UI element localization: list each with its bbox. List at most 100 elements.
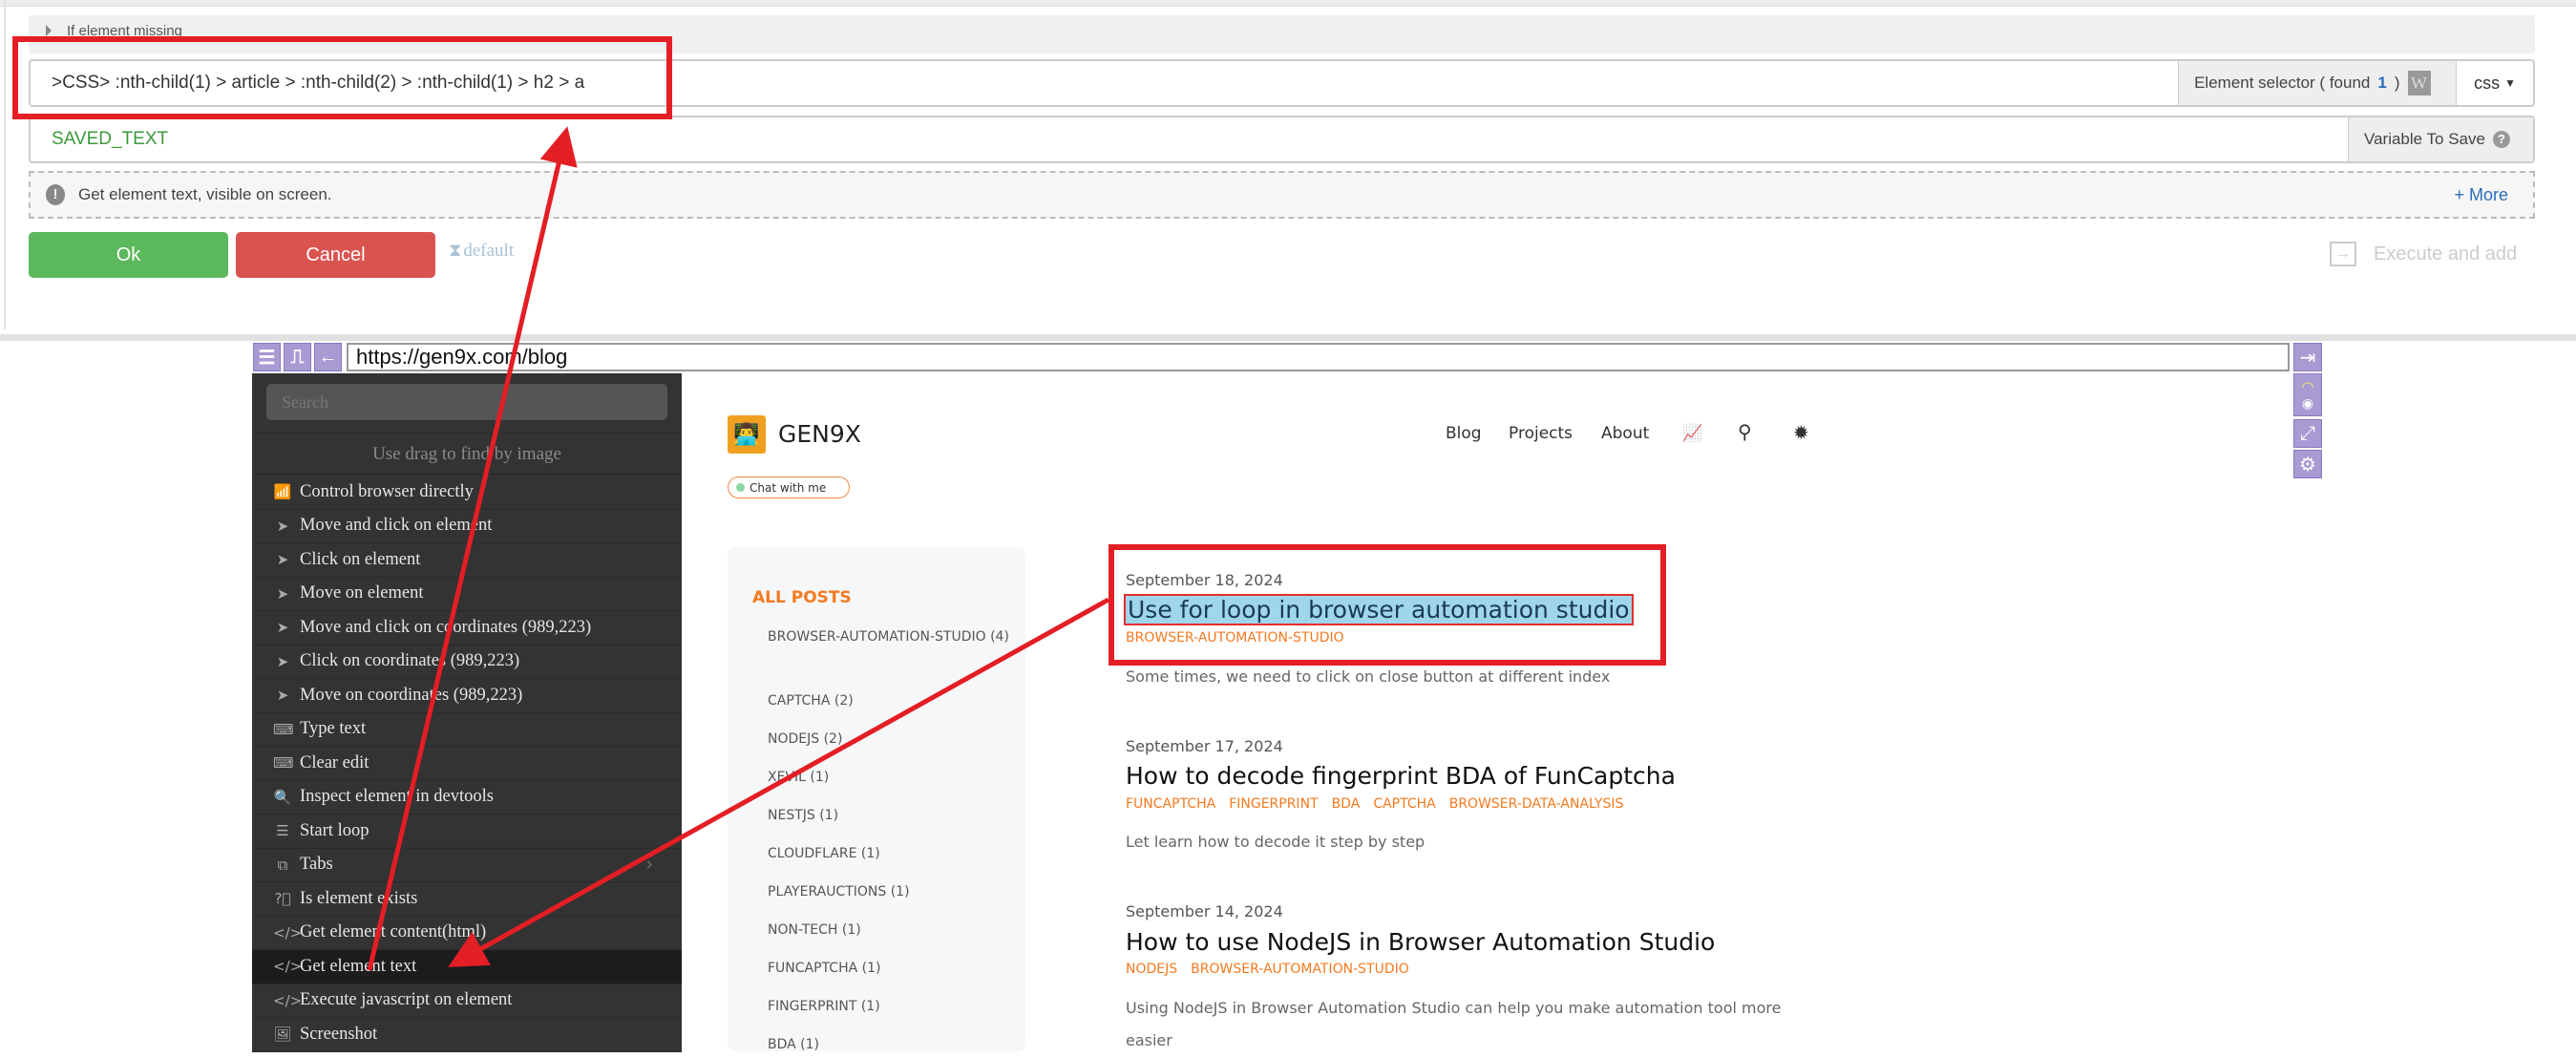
post-title[interactable]: How to use NodeJS in Browser Automation … — [1126, 928, 1715, 956]
cursor-icon: ➤ — [276, 619, 289, 637]
category-item[interactable]: CLOUDFLARE (1) — [752, 841, 1010, 867]
code-icon: </> — [273, 958, 303, 976]
expand-triangle-icon — [46, 25, 52, 36]
panel-left-border — [4, 0, 6, 329]
url-bar[interactable]: https://gen9x.com/blog — [347, 343, 2290, 371]
drag-find-by-image[interactable]: Use drag to find by image — [252, 433, 682, 475]
online-dot-icon — [736, 483, 745, 492]
post-tag[interactable]: BROWSER-AUTOMATION-STUDIO — [1191, 962, 1409, 977]
menu-item-move-click-coordinates[interactable]: ➤ Move and click on coordinates (989,223) — [252, 611, 682, 645]
back-arrow-icon[interactable]: ← — [314, 343, 342, 371]
keyboard-icon: ⌨ — [273, 720, 294, 738]
category-item[interactable]: XEVIL (1) — [752, 765, 1010, 791]
cursor-icon: ➤ — [276, 687, 289, 705]
menu-icon[interactable]: ☰ — [253, 343, 281, 371]
post-tag[interactable]: FUNCAPTCHA — [1126, 796, 1215, 812]
menu-item-click-coordinates[interactable]: ➤ Click on coordinates (989,223) — [252, 645, 682, 679]
cursor-icon: ➤ — [276, 584, 289, 603]
menu-item-inspect[interactable]: 🔍 Inspect element in devtools — [252, 781, 682, 815]
help-icon[interactable]: ? — [2492, 131, 2510, 148]
category-item[interactable]: NON-TECH (1) — [752, 918, 1010, 943]
variable-label: Variable To Save? — [2348, 117, 2533, 161]
post-tag[interactable]: BDA — [1332, 796, 1361, 812]
menu-item-tabs[interactable]: ⧉ Tabs › — [252, 849, 682, 882]
menu-item-label: Move and click on element — [300, 516, 493, 536]
menu-item-move-click-element[interactable]: ➤ Move and click on element — [252, 510, 682, 543]
sun-icon[interactable]: ✹ — [1793, 421, 1809, 444]
execute-and-add-button[interactable]: → Execute and add — [2330, 242, 2517, 266]
post-tag[interactable]: BROWSER-DATA-ANALYSIS — [1449, 796, 1624, 812]
category-item[interactable]: NESTJS (1) — [752, 803, 1010, 829]
search-icon[interactable]: ⚲ — [1738, 420, 1752, 443]
all-posts-link[interactable]: ALL POSTS — [752, 588, 852, 607]
menu-item-label: Screenshot — [300, 1024, 378, 1044]
search-icon: 🔍 — [273, 788, 292, 806]
menu-item-is-element-exists[interactable]: ?⃝ Is element exists — [252, 882, 682, 917]
post-excerpt: Let learn how to decode it step by step — [1126, 833, 1425, 851]
menu-item-type-text[interactable]: ⌨ Type text — [252, 713, 682, 747]
menu-item-move-coordinates[interactable]: ➤ Move on coordinates (989,223) — [252, 679, 682, 713]
site-brand[interactable]: GEN9X — [778, 420, 861, 448]
selector-type-dropdown[interactable]: css ▼ — [2456, 61, 2533, 105]
variable-input[interactable]: SAVED_TEXT — [31, 129, 2348, 150]
menu-item-label: Type text — [300, 719, 367, 739]
category-item[interactable]: BROWSER-AUTOMATION-STUDIO (4) — [752, 624, 1010, 650]
post-date: September 17, 2024 — [1126, 737, 1283, 755]
category-item[interactable]: CAPTCHA (2) — [752, 688, 1010, 714]
category-item[interactable]: NODEJS (2) — [752, 727, 1010, 752]
post-tags: NODEJS BROWSER-AUTOMATION-STUDIO — [1126, 962, 1409, 977]
annotation-box-post — [1109, 544, 1666, 666]
element-selector-label: Element selector ( found 1 ) W — [2178, 61, 2457, 105]
post-date: September 14, 2024 — [1126, 902, 1283, 920]
nav-about[interactable]: About — [1601, 424, 1649, 443]
more-link[interactable]: + More — [2454, 185, 2508, 205]
top-border — [0, 0, 2576, 7]
cursor-icon: ➤ — [276, 652, 289, 670]
menu-item-get-text[interactable]: </> Get element text — [252, 950, 682, 984]
default-timeout-button[interactable]: ⧗ default — [449, 241, 514, 262]
cancel-button[interactable]: Cancel — [236, 232, 435, 278]
image-icon: 🖼 — [273, 1026, 292, 1044]
menu-item-label: Execute javascript on element — [300, 990, 513, 1010]
nav-projects[interactable]: Projects — [1509, 424, 1573, 443]
post-tag[interactable]: FINGERPRINT — [1229, 796, 1318, 812]
variable-label-text: Variable To Save — [2364, 130, 2485, 148]
post-tag[interactable]: NODEJS — [1126, 962, 1177, 977]
post-title[interactable]: How to decode fingerprint BDA of FunCapt… — [1126, 762, 1676, 790]
pulse-icon[interactable]: ⎍ — [284, 343, 311, 371]
category-item[interactable]: BDA (1) — [752, 1032, 1010, 1058]
post-tag[interactable]: CAPTCHA — [1373, 796, 1435, 812]
menu-item-label: Move and click on coordinates (989,223) — [300, 617, 592, 637]
fullscreen-icon[interactable]: ⤢ — [2293, 419, 2322, 448]
menu-search-input[interactable]: Search — [266, 384, 667, 420]
menu-item-clear-edit[interactable]: ⌨ Clear edit — [252, 747, 682, 781]
hourglass-icon: ⧗ — [449, 241, 462, 261]
menu-item-execute-js[interactable]: </> Execute javascript on element — [252, 984, 682, 1018]
chart-icon[interactable]: 📈 — [1682, 424, 1702, 443]
menu-item-screenshot[interactable]: 🖼 Screenshot — [252, 1018, 682, 1052]
ok-button[interactable]: Ok — [29, 232, 228, 278]
category-item[interactable]: PLAYERAUCTIONS (1) — [752, 879, 1010, 905]
menu-item-click-element[interactable]: ➤ Click on element — [252, 543, 682, 578]
site-logo[interactable]: 👨‍💻 — [728, 415, 766, 454]
menu-item-control-browser[interactable]: 📶 Control browser directly — [252, 476, 682, 510]
menu-item-label: Click on coordinates (989,223) — [300, 651, 520, 671]
execute-and-add-label: Execute and add — [2374, 243, 2518, 264]
menu-item-move-element[interactable]: ➤ Move on element — [252, 578, 682, 611]
menu-item-start-loop[interactable]: ☰ Start loop — [252, 815, 682, 849]
post-excerpt: Using NodeJS in Browser Automation Studi… — [1126, 999, 1782, 1049]
selector-label-text: Element selector ( found — [2194, 74, 2371, 92]
default-label: default — [463, 241, 515, 261]
menu-item-get-content[interactable]: </> Get element content(html) — [252, 917, 682, 950]
wiki-icon[interactable]: W — [2407, 71, 2431, 95]
category-item[interactable]: FUNCAPTCHA (1) — [752, 956, 1010, 982]
caret-down-icon: ▼ — [2504, 76, 2516, 90]
nav-blog[interactable]: Blog — [1446, 424, 1482, 443]
wifi-record-icon[interactable]: ◠ ◉ — [2293, 373, 2322, 416]
category-item[interactable]: FINGERPRINT (1) — [752, 994, 1010, 1020]
gear-icon[interactable]: ⚙ — [2293, 450, 2322, 478]
post-excerpt: Some times, we need to click on close bu… — [1126, 667, 1611, 686]
annotation-box-selector — [12, 36, 672, 119]
login-icon[interactable]: ⇥ — [2293, 343, 2322, 371]
chat-button[interactable]: Chat with me — [728, 476, 850, 498]
